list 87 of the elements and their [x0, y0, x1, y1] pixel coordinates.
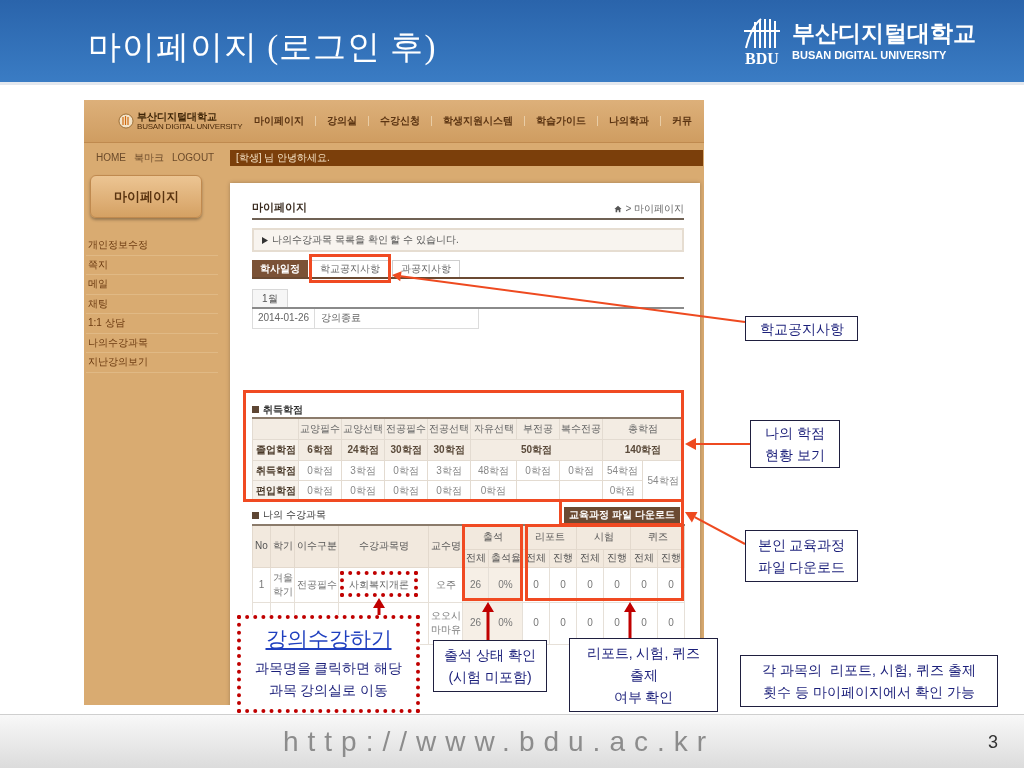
sidebar-item[interactable]: 나의수강과목: [86, 333, 218, 353]
table-cell: 24학점: [341, 439, 385, 461]
table-cell: 2014-01-26: [252, 309, 315, 328]
notice-text: 나의수강과목 목록을 확인 할 수 있습니다.: [272, 235, 459, 245]
nav-link[interactable]: 수강신청: [380, 116, 420, 126]
month-tab[interactable]: 1월: [252, 289, 288, 307]
column-header: 교수명: [428, 525, 463, 567]
pointer-arrow: [482, 602, 494, 640]
table-cell: 54학점: [602, 460, 643, 481]
callout: 나의 학점 현황 보기: [750, 420, 840, 468]
nav-link[interactable]: 학습가이드: [536, 116, 586, 126]
university-name: 부산디지털대학교: [792, 21, 976, 45]
table-cell: 30학점: [384, 439, 428, 461]
column-header: 부전공: [516, 417, 560, 440]
panel-title: 마이페이지: [252, 200, 307, 215]
slide-title: 마이페이지 (로그인 후): [88, 30, 437, 64]
sidebar-item[interactable]: 쪽지: [86, 255, 218, 275]
table-cell: 50학점: [470, 439, 603, 461]
column-header: 복수전공: [559, 417, 603, 440]
site-logo-name: 부산디지털대학교: [137, 111, 217, 122]
page-number: 3: [988, 732, 998, 751]
callout: 출석 상태 확인 (시험 미포함): [433, 640, 547, 692]
row-header: 편입학점: [252, 480, 299, 501]
column-header: 자유선택: [470, 417, 517, 440]
table-cell: 1: [252, 567, 271, 602]
table-cell: 0학점: [559, 460, 603, 481]
table-cell: 30학점: [427, 439, 471, 461]
logo-emblem-icon: [118, 113, 134, 129]
table-cell: 3학점: [341, 460, 385, 481]
table-cell: 강의종료: [314, 309, 479, 328]
column-header: 전공필수: [384, 417, 428, 440]
callout: 본인 교육과정 파일 다운로드: [745, 530, 858, 582]
column-header: 수강과목명: [338, 525, 429, 567]
site-logo-english: BUSAN DIGITAL UNIVERSITY: [137, 122, 243, 131]
mypage-button[interactable]: 마이페이지: [90, 175, 202, 218]
callout: 리포트, 시험, 퀴즈 출제 여부 확인: [569, 638, 718, 712]
util-link[interactable]: 북마크: [134, 152, 164, 163]
sidebar-item[interactable]: 1:1 상담: [86, 314, 218, 334]
play-icon: [262, 236, 268, 244]
section-title: 취득학점: [263, 404, 303, 415]
column-header: 전공선택: [427, 417, 471, 440]
util-link[interactable]: LOGOUT: [172, 152, 215, 163]
column-header: 이수구분: [294, 525, 339, 567]
nav-link[interactable]: 나의학과: [609, 116, 649, 126]
pointer-arrow: [685, 511, 746, 545]
row-header: 취득학점: [252, 460, 299, 481]
table-cell: 0학점: [516, 460, 560, 481]
row-header: 졸업학점: [252, 439, 299, 461]
column-header: 교양필수: [298, 417, 342, 440]
square-bullet-icon: [252, 511, 259, 519]
nav-link[interactable]: 학생지원시스템: [443, 116, 513, 126]
column-header: 학기: [270, 525, 295, 567]
nav-link[interactable]: 커뮤: [672, 116, 692, 126]
website-url: http://www.bdu.ac.kr: [282, 727, 716, 756]
sidebar-item[interactable]: 개인정보수정: [86, 236, 218, 256]
emblem-label: BDU: [745, 50, 779, 67]
nav-link[interactable]: 마이페이지: [254, 116, 304, 126]
callout-title: 강의수강하기: [265, 627, 392, 649]
download-button[interactable]: 교육과정 파일 다운로드: [564, 507, 680, 523]
table-cell: 3학점: [427, 460, 471, 481]
university-name-english: BUSAN DIGITAL UNIVERSITY: [792, 49, 948, 61]
table-cell: 전공필수: [294, 567, 339, 602]
tab[interactable]: 과공지사항: [392, 260, 460, 277]
table-cell: 6학점: [298, 439, 342, 461]
callout: 각 과목의 리포트, 시험, 퀴즈 출제 횟수 등 마이페이지에서 확인 가능: [740, 655, 998, 707]
sidebar-item[interactable]: 메일: [86, 275, 218, 295]
tab[interactable]: 학교공지사항: [311, 260, 389, 277]
pointer-arrow: [624, 602, 636, 638]
pointer-arrow: [685, 438, 751, 450]
tab[interactable]: 학사일정: [252, 260, 308, 277]
table-cell: 겨울학기: [270, 567, 295, 602]
breadcrumb-text: > 마이페이지: [625, 204, 684, 214]
table-cell: 0학점: [384, 460, 428, 481]
sidebar-item[interactable]: 지난강의보기: [86, 353, 218, 373]
greeting-bar: [학생] 님 안녕하세요.: [230, 149, 703, 166]
util-link[interactable]: HOME: [96, 152, 126, 163]
sidebar-item[interactable]: 채팅: [86, 294, 218, 314]
table-cell: 0학점: [298, 460, 342, 481]
nav-link[interactable]: 강의실: [327, 116, 357, 126]
table-cell: 48학점: [470, 460, 517, 481]
callout-text: 과목명을 클릭하면 해당 과목 강의실로 이동: [254, 658, 403, 700]
callout: 학교공지사항: [745, 316, 858, 341]
home-icon[interactable]: [614, 205, 623, 213]
column-header: No: [252, 525, 271, 567]
section-title: 나의 수강과목: [263, 510, 326, 520]
square-bullet-icon: [252, 406, 259, 413]
column-header: 교양선택: [341, 417, 385, 440]
